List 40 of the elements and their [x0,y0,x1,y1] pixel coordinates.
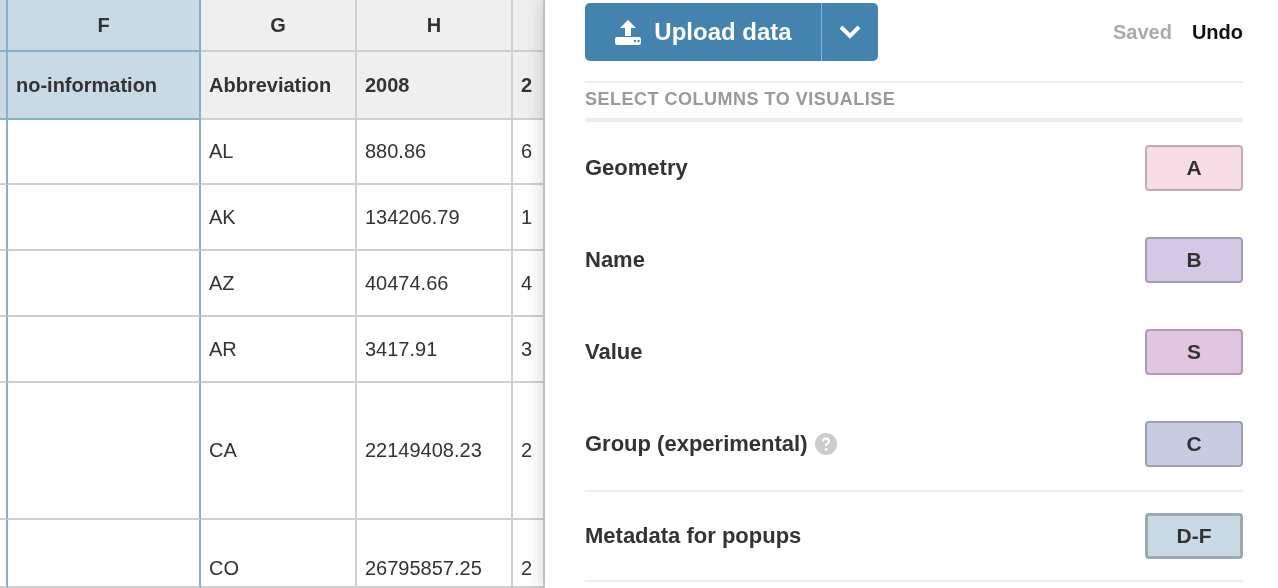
field-label: Name [585,247,645,273]
table-cell: AZ [201,251,357,317]
column-letter-header [513,0,545,52]
column-letter-header: H [357,0,513,52]
field-label: Geometry [585,155,688,181]
column-header[interactable]: 2008 [357,52,513,120]
column-header[interactable]: 2 [513,52,545,120]
table-cell: 3417.91 [357,317,513,383]
dropdown-button[interactable] [821,3,878,61]
table-cell: 22149408.23 [357,383,513,520]
column-header[interactable] [0,52,8,120]
column-header[interactable]: Abbreviation [201,52,357,120]
table-cell: 134206.79 [357,185,513,251]
table-cell: AK [201,185,357,251]
column-letter-header: F [8,0,201,52]
column-header[interactable]: no-information [8,52,201,120]
column-letter-header: G [201,0,357,52]
table-cell: AR [201,317,357,383]
field-label: Value [585,339,643,365]
column-input[interactable]: A [1145,145,1243,191]
upload-data-button[interactable]: Upload data [585,3,821,61]
column-input[interactable]: C [1145,421,1243,467]
field-label: Group (experimental) [585,431,808,457]
column-input[interactable]: B [1145,237,1243,283]
table-cell: 26795857.25 [357,520,513,588]
help-icon[interactable] [815,433,838,455]
table-cell: AL [201,120,357,185]
chevron-down-icon [838,24,862,40]
section-title: SELECT COLUMNS TO VISUALISE [585,88,897,111]
table-cell: 880.86 [357,120,513,185]
table-cell: 40474.66 [357,251,513,317]
column-input[interactable]: S [1145,329,1243,375]
field-label: Metadata for popups [585,523,802,549]
undo-button[interactable]: Undo [1191,20,1243,44]
column-input[interactable]: D-F [1145,513,1243,559]
upload-icon [614,19,643,45]
column-letter-header [0,0,8,52]
table-cell: CO [201,520,357,588]
save-status: Saved [1112,20,1172,44]
table-cell: CA [201,383,357,520]
